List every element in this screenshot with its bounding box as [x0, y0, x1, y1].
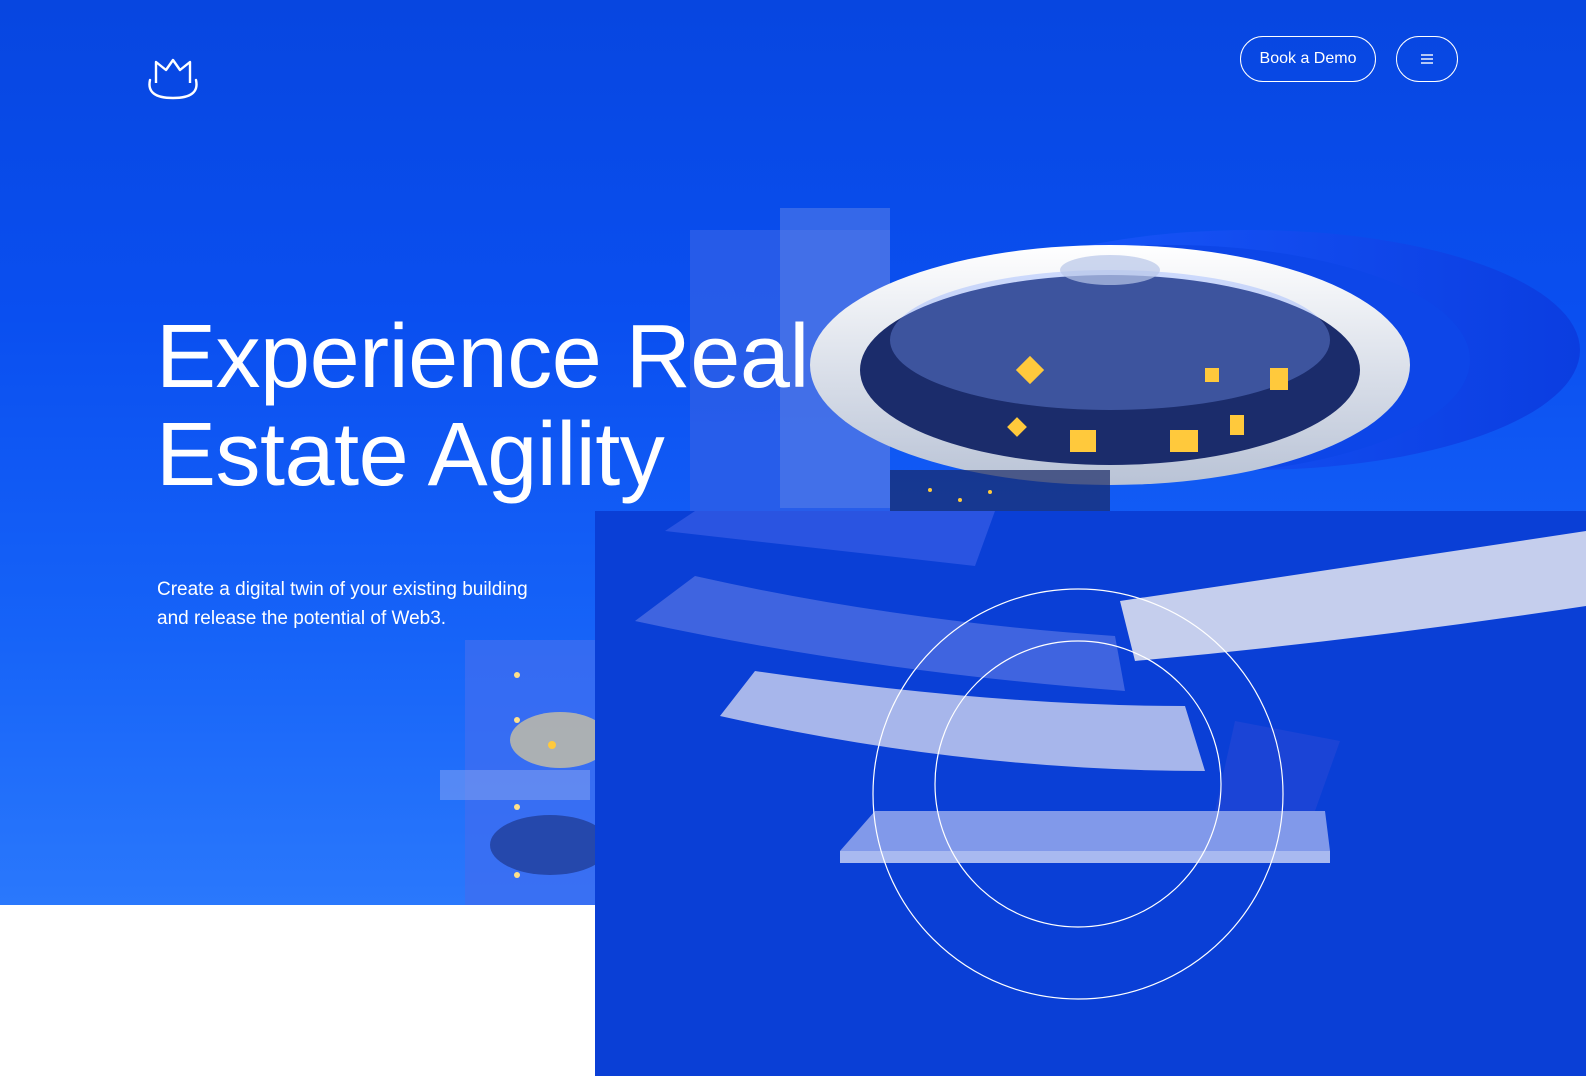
building-side-render-image: [440, 640, 600, 905]
hero-headline: Experience Real Estate Agility: [156, 308, 856, 504]
book-demo-button[interactable]: Book a Demo: [1240, 36, 1376, 82]
headline-line-1: Experience Real: [156, 307, 809, 407]
headline-line-2: Estate Agility: [156, 405, 665, 505]
hero-subtext: Create a digital twin of your existing b…: [157, 575, 577, 633]
subtext-line-2: and release the potential of Web3.: [157, 608, 447, 629]
feature-visual-panel: [595, 511, 1586, 1076]
floor-layers-illustration: [635, 511, 1586, 1000]
subtext-line-1: Create a digital twin of your existing b…: [157, 579, 528, 600]
m-crown-logo-icon[interactable]: [146, 56, 200, 102]
menu-button[interactable]: [1396, 36, 1458, 82]
hamburger-menu-icon: [1421, 54, 1433, 64]
